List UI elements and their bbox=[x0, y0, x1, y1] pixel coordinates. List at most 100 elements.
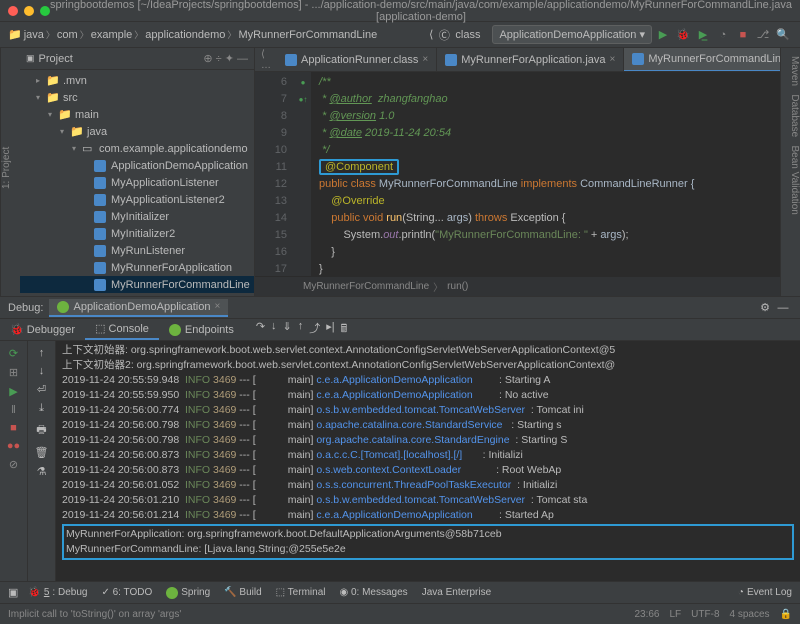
rerun-icon: ⟳ bbox=[9, 347, 18, 360]
debug-panel: Debug: ApplicationDemoApplication × ⚙ — … bbox=[0, 296, 800, 581]
event-log-button[interactable]: ◔ Event Log bbox=[738, 587, 792, 598]
step-over-icon: ↷ bbox=[256, 320, 265, 339]
minimize-icon[interactable]: — bbox=[774, 299, 792, 317]
project-header: ▣ Project ⊕ ÷ ✦ — bbox=[20, 48, 254, 70]
down-icon: ↓ bbox=[39, 365, 45, 377]
debug-tab-endpoints[interactable]: Endpoints bbox=[159, 319, 244, 340]
tree-item-MyApplicationListener[interactable]: MyApplicationListener bbox=[20, 174, 254, 191]
run-icon[interactable]: ▶ bbox=[654, 26, 672, 44]
tree-item-MyInitializer[interactable]: MyInitializer bbox=[20, 208, 254, 225]
close-icon[interactable]: × bbox=[610, 54, 616, 65]
navigation-bar: 📁 java〉com〉example〉applicationdemo〉MyRun… bbox=[0, 22, 800, 48]
git-icon[interactable]: ⎇ bbox=[754, 26, 772, 44]
tree-item-resources[interactable]: ▾📁resources bbox=[20, 293, 254, 296]
debug-icon[interactable]: 🐞 bbox=[674, 26, 692, 44]
tree-item-MyInitializer2[interactable]: MyInitializer2 bbox=[20, 225, 254, 242]
window-controls bbox=[8, 6, 50, 16]
tool-window-bar: ▣ 🐞 5: Debug ✓ 6: TODO Spring 🔨 Build ⬚ Ter… bbox=[0, 581, 800, 603]
mute-breakpoints-icon: ⊘ bbox=[9, 458, 18, 471]
editor-tab[interactable]: MyRunnerForApplication.java× bbox=[437, 48, 624, 72]
gutter-markers[interactable]: ●●↑ bbox=[295, 72, 311, 276]
console-toolbar[interactable]: ↑ ↓ ⏎ ⤓ 🖶 🗑 ⚗ bbox=[28, 341, 56, 581]
lock-icon[interactable]: 🔒 bbox=[780, 609, 792, 620]
line-sep[interactable]: LF bbox=[670, 609, 682, 620]
close-icon[interactable]: × bbox=[214, 301, 220, 312]
project-title: Project bbox=[39, 53, 73, 65]
minimize-window-icon[interactable] bbox=[24, 6, 34, 16]
editor-breadcrumb[interactable]: MyRunnerForCommandLine〉run() bbox=[255, 276, 780, 296]
tree-item-src[interactable]: ▾📁src bbox=[20, 89, 254, 106]
right-tool-rail[interactable]: Maven Database Bean Validation bbox=[780, 48, 800, 296]
tree-item-.mvn[interactable]: ▸📁.mvn bbox=[20, 72, 254, 89]
editor-tabs: ⟨ … ApplicationRunner.class×MyRunnerForA… bbox=[255, 48, 780, 72]
tree-item-MyRunnerForApplication[interactable]: MyRunnerForApplication bbox=[20, 259, 254, 276]
tool-window-button[interactable]: ✓ 6: TODO bbox=[101, 587, 152, 599]
popup-icon: ⊞ bbox=[9, 366, 18, 379]
debug-stepping-icons[interactable]: ↷↓⇓↑⤴▸|🖩 bbox=[256, 320, 347, 339]
debug-tab-debugger[interactable]: 🐞 Debugger bbox=[0, 319, 85, 340]
tree-item-MyRunListener[interactable]: MyRunListener bbox=[20, 242, 254, 259]
window-title: springbootdemos [~/IdeaProjects/springbo… bbox=[50, 0, 792, 23]
close-icon[interactable]: × bbox=[422, 54, 428, 65]
clear-icon: 🗑 bbox=[35, 446, 49, 459]
code-area[interactable]: /** * @author zhangfanghao * @version 1.… bbox=[311, 72, 780, 276]
step-out-icon: ↑ bbox=[298, 320, 304, 339]
force-step-icon: ⇓ bbox=[283, 320, 292, 339]
debug-tab-console[interactable]: ⬚ Console bbox=[85, 319, 159, 340]
caret-position[interactable]: 23:66 bbox=[634, 609, 659, 620]
evaluate-icon: 🖩 bbox=[341, 320, 348, 339]
filter-icon: ⚗ bbox=[37, 465, 47, 478]
gear-icon[interactable]: ⚙ bbox=[756, 299, 774, 317]
folder-icon: 📁 bbox=[8, 28, 22, 41]
tool-window-button[interactable]: 🐞 5: Debug bbox=[28, 587, 87, 599]
coverage-icon[interactable]: ▶̲ bbox=[694, 26, 712, 44]
scroll-lock-icon: ⤓ bbox=[39, 402, 44, 415]
search-icon[interactable]: 🔍 bbox=[774, 26, 792, 44]
run-config-select[interactable]: ApplicationDemoApplication ▾ bbox=[492, 25, 652, 44]
tree-item-ApplicationDemoApplication[interactable]: ApplicationDemoApplication bbox=[20, 157, 254, 174]
pause-icon: ‖ bbox=[11, 404, 16, 416]
tool-window-button[interactable]: Spring bbox=[166, 587, 210, 599]
tree-item-MyRunnerForCommandLine[interactable]: MyRunnerForCommandLine bbox=[20, 276, 254, 293]
step-into-icon: ↓ bbox=[271, 320, 277, 339]
class-chevron[interactable]: ⟨ bbox=[429, 28, 433, 41]
editor-tab[interactable]: MyRunnerForCommandLine.java× bbox=[624, 48, 780, 72]
debug-run-toolbar[interactable]: ⟳ ⊞ ▶ ‖ ■ ●● ⊘ bbox=[0, 341, 28, 581]
tool-window-button[interactable]: Java Enterprise bbox=[422, 587, 491, 599]
zoom-window-icon[interactable] bbox=[40, 6, 50, 16]
debug-run-tab[interactable]: ApplicationDemoApplication × bbox=[49, 299, 228, 317]
java-file-icon bbox=[445, 54, 457, 66]
tree-item-com.example.applicationdemo[interactable]: ▾▭com.example.applicationdemo bbox=[20, 140, 254, 157]
indent[interactable]: 4 spaces bbox=[730, 609, 770, 620]
gutter[interactable]: 67891011121314151617 bbox=[255, 72, 295, 276]
breadcrumb-path[interactable]: java〉com〉example〉applicationdemo〉MyRunne… bbox=[24, 28, 378, 41]
project-tree[interactable]: ▸📁.mvn▾📁src▾📁main▾📁java▾▭com.example.app… bbox=[20, 70, 254, 296]
stop-icon[interactable]: ■ bbox=[734, 26, 752, 44]
stop-icon: ■ bbox=[10, 422, 17, 434]
spring-icon bbox=[57, 301, 69, 313]
tab-overflow-icon[interactable]: ⟨ … bbox=[261, 49, 271, 71]
tree-item-main[interactable]: ▾📁main bbox=[20, 106, 254, 123]
tool-window-button[interactable]: ◉ 0: Messages bbox=[339, 587, 407, 599]
debug-title: Debug: bbox=[8, 302, 43, 314]
status-bar: Implicit call to 'toString()' on array '… bbox=[0, 603, 800, 624]
breakpoints-icon: ●● bbox=[7, 440, 20, 452]
left-tool-rail[interactable]: 1: Project bbox=[0, 48, 20, 296]
project-settings-icon[interactable]: ⊕ ÷ ✦ — bbox=[203, 52, 248, 65]
inspection-hint: Implicit call to 'toString()' on array '… bbox=[8, 609, 181, 620]
editor-tab[interactable]: ApplicationRunner.class× bbox=[277, 48, 437, 72]
class-icon: Ⓒ bbox=[435, 26, 453, 44]
project-panel: ▣ Project ⊕ ÷ ✦ — ▸📁.mvn▾📁src▾📁main▾📁jav… bbox=[20, 48, 255, 296]
encoding[interactable]: UTF-8 bbox=[691, 609, 719, 620]
tool-toggle-icon[interactable]: ▣ bbox=[8, 586, 18, 599]
tree-item-java[interactable]: ▾📁java bbox=[20, 123, 254, 140]
tree-item-MyApplicationListener2[interactable]: MyApplicationListener2 bbox=[20, 191, 254, 208]
editor: ⟨ … ApplicationRunner.class×MyRunnerForA… bbox=[255, 48, 780, 296]
run-to-cursor-icon: ▸| bbox=[326, 320, 334, 339]
tool-window-button[interactable]: ⬚ Terminal bbox=[276, 587, 326, 599]
profile-icon[interactable]: ◔ bbox=[714, 26, 732, 44]
close-window-icon[interactable] bbox=[8, 6, 18, 16]
console-output[interactable]: 上下文初始器: org.springframework.boot.web.ser… bbox=[56, 341, 800, 581]
debug-subtabs: 🐞 Debugger⬚ Console Endpoints ↷↓⇓↑⤴▸|🖩 bbox=[0, 319, 800, 341]
tool-window-button[interactable]: 🔨 Build bbox=[224, 587, 261, 599]
